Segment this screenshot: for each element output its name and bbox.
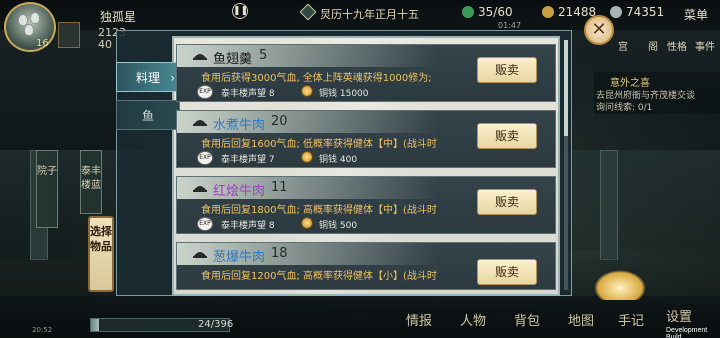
- sell-button[interactable]: 贩卖: [477, 259, 537, 285]
- courtyard-sign: 院子: [36, 150, 58, 228]
- pause-button[interactable]: ❚❚: [232, 3, 248, 19]
- silver-value: 74351: [626, 5, 665, 19]
- player-stat-2: 40: [98, 38, 112, 51]
- category-tab-cuisine[interactable]: 料理 ›: [116, 62, 180, 92]
- item-name: 葱爆牛肉: [213, 250, 266, 265]
- nav-bag[interactable]: 背包: [506, 310, 548, 334]
- item-row: 葱爆牛肉 18 食用后回复1200气血; 高概率获得健体【小】(战斗时 贩卖: [176, 242, 556, 290]
- egg-icon: [24, 24, 34, 36]
- nav-journal[interactable]: 手记: [610, 310, 652, 334]
- dish-icon: [193, 54, 207, 60]
- item-description: 食用后回复1800气血; 高概率获得健体【中】(战斗时: [201, 205, 437, 216]
- copper-coin-icon: [301, 151, 313, 163]
- item-requirement: 泰丰楼声望 8: [221, 89, 275, 99]
- item-row: 鱼翅羹 5 食用后获得3000气血, 全体上阵英魂获得1000修为; EXP 泰…: [176, 44, 556, 102]
- scrollbar-thumb[interactable]: [564, 40, 568, 136]
- item-count: 5: [259, 48, 268, 63]
- device-status: 20:52: [32, 326, 53, 334]
- quest-title: 意外之喜: [610, 78, 650, 89]
- silver-icon: [610, 6, 622, 18]
- item-count: 11: [271, 180, 288, 195]
- close-icon: ✕: [591, 19, 607, 40]
- quest-progress: 询问线索: 0/1: [596, 103, 653, 113]
- nav-map[interactable]: 地图: [560, 310, 602, 334]
- copper-coin-icon: [301, 85, 313, 97]
- nav-intel[interactable]: 情报: [398, 310, 440, 334]
- item-count: 18: [271, 246, 288, 261]
- sell-button[interactable]: 贩卖: [477, 123, 537, 149]
- menu-button[interactable]: 菜单: [684, 6, 708, 23]
- dish-icon: [193, 252, 207, 258]
- side-tab[interactable]: 事件: [692, 38, 718, 62]
- reputation-icon: EXP: [197, 85, 213, 99]
- lotus-ornament: [594, 270, 646, 300]
- restaurant-sign: 泰丰楼蓝: [80, 150, 102, 214]
- item-description: 食用后回复1200气血; 高概率获得健体【小】(战斗时: [201, 271, 437, 282]
- sell-button[interactable]: 贩卖: [477, 189, 537, 215]
- character-portrait[interactable]: [58, 22, 80, 48]
- capacity-fill: [91, 319, 100, 331]
- player-name: 独孤星: [100, 10, 137, 24]
- category-label: 料理: [135, 71, 160, 85]
- item-requirement: 泰丰楼声望 8: [221, 221, 275, 231]
- reputation-icon: EXP: [197, 217, 213, 231]
- sell-button[interactable]: 贩卖: [477, 57, 537, 83]
- dev-build-label: Development Build: [666, 327, 708, 338]
- item-description: 食用后获得3000气血, 全体上阵英魂获得1000修为;: [201, 73, 432, 84]
- pause-icon: ❚❚: [233, 6, 249, 16]
- category-label: 鱼: [141, 109, 154, 123]
- calendar-date: 炅历十九年正月十五: [320, 8, 419, 21]
- dish-icon: [193, 120, 207, 126]
- energy-icon: [462, 6, 474, 18]
- egg-icon: [30, 12, 40, 24]
- item-description: 食用后回复1600气血; 低概率获得健体【中】(战斗时: [201, 139, 437, 150]
- item-name: 鱼翅羹: [213, 52, 253, 67]
- category-tab-fish[interactable]: 鱼: [116, 100, 180, 130]
- item-count: 20: [271, 114, 288, 129]
- item-requirement: 泰丰楼声望 7: [221, 155, 275, 165]
- list-scrollbar[interactable]: [564, 40, 568, 290]
- item-price: 铜钱 500: [319, 221, 358, 231]
- player-level: 16: [36, 38, 49, 49]
- item-name: 红烩牛肉: [213, 184, 266, 199]
- clock-time: 01:47: [498, 21, 522, 30]
- inventory-capacity-text: 24/396: [198, 319, 234, 330]
- side-tab-bar: 宫 阁 性格 事件: [602, 38, 720, 64]
- nav-characters[interactable]: 人物: [452, 310, 494, 334]
- close-button[interactable]: ✕: [584, 15, 614, 45]
- reputation-icon: EXP: [197, 151, 213, 165]
- item-name: 水煮牛肉: [213, 118, 266, 133]
- dish-icon: [193, 186, 207, 192]
- item-price: 铜钱 15000: [319, 89, 369, 99]
- energy-value: 35/60: [478, 5, 513, 19]
- side-tab[interactable]: 阁: [642, 38, 664, 62]
- coin-icon: [542, 6, 554, 18]
- quest-tracker[interactable]: 意外之喜 去昆州府衙与齐茂楼交谈 询问线索: 0/1: [594, 72, 720, 114]
- building-pillar: [600, 150, 618, 260]
- copper-coin-icon: [301, 217, 313, 229]
- item-price: 铜钱 400: [319, 155, 358, 165]
- item-row: 红烩牛肉 11 食用后回复1800气血; 高概率获得健体【中】(战斗时 EXP …: [176, 176, 556, 234]
- side-tab[interactable]: 宫: [612, 38, 634, 62]
- chevron-right-icon: ›: [170, 71, 175, 85]
- item-row: 水煮牛肉 20 食用后回复1600气血; 低概率获得健体【中】(战斗时 EXP …: [176, 110, 556, 168]
- select-items-scroll: 选择物品: [88, 216, 114, 292]
- side-tab[interactable]: 性格: [664, 38, 690, 62]
